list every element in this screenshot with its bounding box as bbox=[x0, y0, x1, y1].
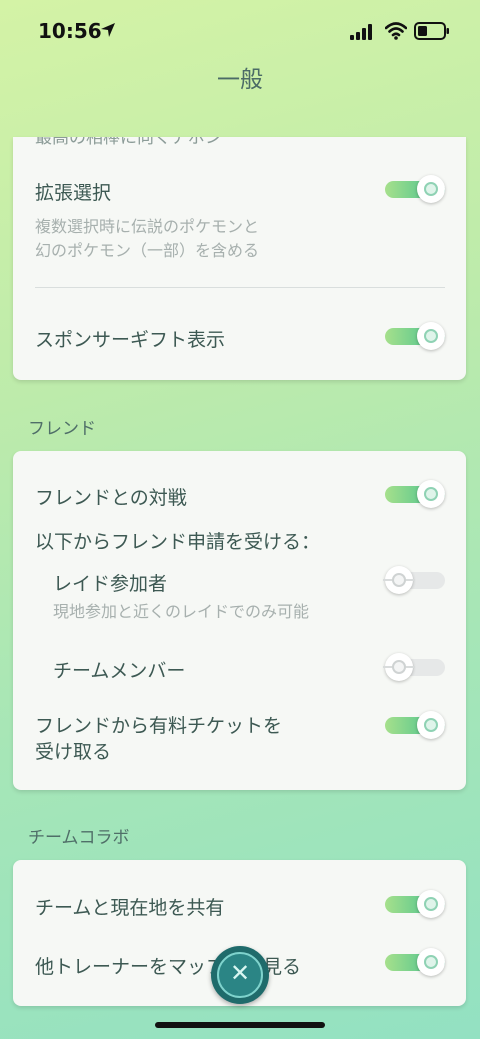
section-title-friend: フレンド bbox=[28, 419, 96, 439]
setting-label-team-members: チームメンバー bbox=[53, 660, 186, 682]
setting-label-paid-tickets-line2: 受け取る bbox=[35, 741, 112, 763]
toggle-see-trainers-on-map[interactable] bbox=[385, 948, 445, 976]
partially-hidden-setting-label: 最高の相棒に向くアポン bbox=[35, 137, 222, 148]
setting-label-extended-select: 拡張選択 bbox=[35, 182, 112, 204]
toggle-team-members[interactable] bbox=[383, 653, 445, 681]
settings-card-general: 最高の相棒に向くアポン 拡張選択 複数選択時に伝説のポケモンと 幻のポケモン（一… bbox=[13, 137, 466, 380]
setting-desc-extended-select-line1: 複数選択時に伝説のポケモンと bbox=[35, 217, 260, 236]
close-button[interactable]: ✕ bbox=[211, 946, 269, 1004]
settings-card-friend: フレンドとの対戦 以下からフレンド申請を受ける： レイド参加者 現地参加と近くの… bbox=[13, 451, 466, 790]
home-indicator[interactable] bbox=[155, 1022, 325, 1028]
page-title: 一般 bbox=[217, 67, 263, 93]
setting-label-paid-tickets-line1: フレンドから有料チケットを bbox=[35, 715, 283, 737]
section-title-team-collab: チームコラボ bbox=[28, 828, 130, 848]
location-arrow-icon bbox=[101, 23, 115, 37]
setting-label-friend-requests-from: 以下からフレンド申請を受ける： bbox=[35, 531, 321, 553]
toggle-paid-tickets[interactable] bbox=[385, 711, 445, 739]
setting-label-share-location: チームと現在地を共有 bbox=[35, 897, 225, 919]
wifi-icon bbox=[385, 22, 407, 40]
setting-desc-extended-select-line2: 幻のポケモン（一部）を含める bbox=[35, 241, 260, 260]
toggle-extended-select[interactable] bbox=[385, 175, 445, 203]
status-time: 10:56 bbox=[38, 19, 102, 43]
toggle-friend-battle[interactable] bbox=[385, 480, 445, 508]
close-button-ring: ✕ bbox=[217, 952, 263, 998]
divider bbox=[35, 287, 445, 288]
setting-label-sponsor-gift: スポンサーギフト表示 bbox=[35, 329, 226, 351]
toggle-raid-participants[interactable] bbox=[383, 566, 445, 594]
toggle-share-location[interactable] bbox=[385, 890, 445, 918]
setting-label-raid-participants: レイド参加者 bbox=[53, 573, 168, 595]
close-icon: ✕ bbox=[229, 959, 251, 987]
toggle-sponsor-gift[interactable] bbox=[385, 322, 445, 350]
cellular-signal-icon bbox=[350, 24, 372, 40]
setting-desc-raid-participants: 現地参加と近くのレイドでのみ可能 bbox=[53, 602, 310, 621]
setting-label-friend-battle: フレンドとの対戦 bbox=[35, 487, 187, 509]
battery-icon bbox=[414, 22, 449, 40]
status-bar: 10:56 bbox=[0, 0, 480, 62]
